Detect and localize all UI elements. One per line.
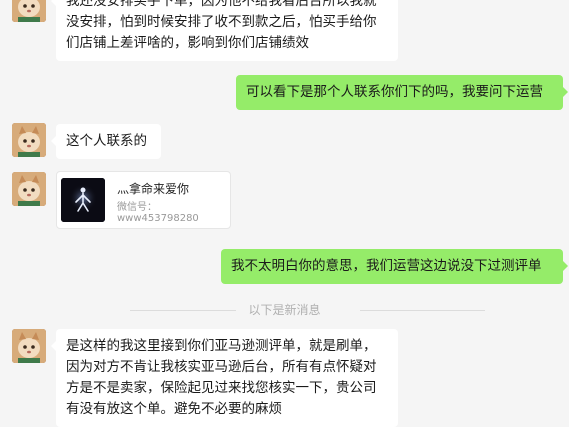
sender-avatar[interactable] [12,172,46,206]
cat-avatar-icon [12,172,46,206]
divider-line-right [360,310,485,311]
cat-avatar-icon [12,0,46,22]
sender-avatar[interactable] [12,123,46,157]
new-messages-divider: 以下是新消息 [0,300,569,320]
sender-avatar[interactable] [12,329,46,363]
dark-figure-avatar-icon [61,178,105,222]
contact-card[interactable]: 灬拿命来爱你 微信号：www453798280 [56,171,231,229]
card-contact-name: 灬拿命来爱你 [117,182,190,196]
new-messages-label: 以下是新消息 [236,303,333,317]
sender-avatar[interactable] [12,0,46,22]
outgoing-message[interactable]: 我不太明白你的意思，我们运营这边说没下过测评单 [221,249,568,284]
card-avatar [61,178,105,222]
outgoing-message[interactable]: 可以看下是那个人联系你们下的吗，我要问下运营 [236,75,568,110]
card-wechat-id: 微信号：www453798280 [117,202,199,224]
incoming-message[interactable]: 这个人联系的 [51,124,161,159]
cat-avatar-icon [12,123,46,157]
incoming-message[interactable]: 是这样的我这里接到你们亚马逊测评单，就是刷单，因为对方不肯让我核实亚马逊后台，所… [51,329,398,427]
cat-avatar-icon [12,329,46,363]
incoming-message[interactable]: 我还没安排买手下单，因为他不给我看后台所以我就没安排，怕到时候安排了收不到款之后… [51,0,398,61]
